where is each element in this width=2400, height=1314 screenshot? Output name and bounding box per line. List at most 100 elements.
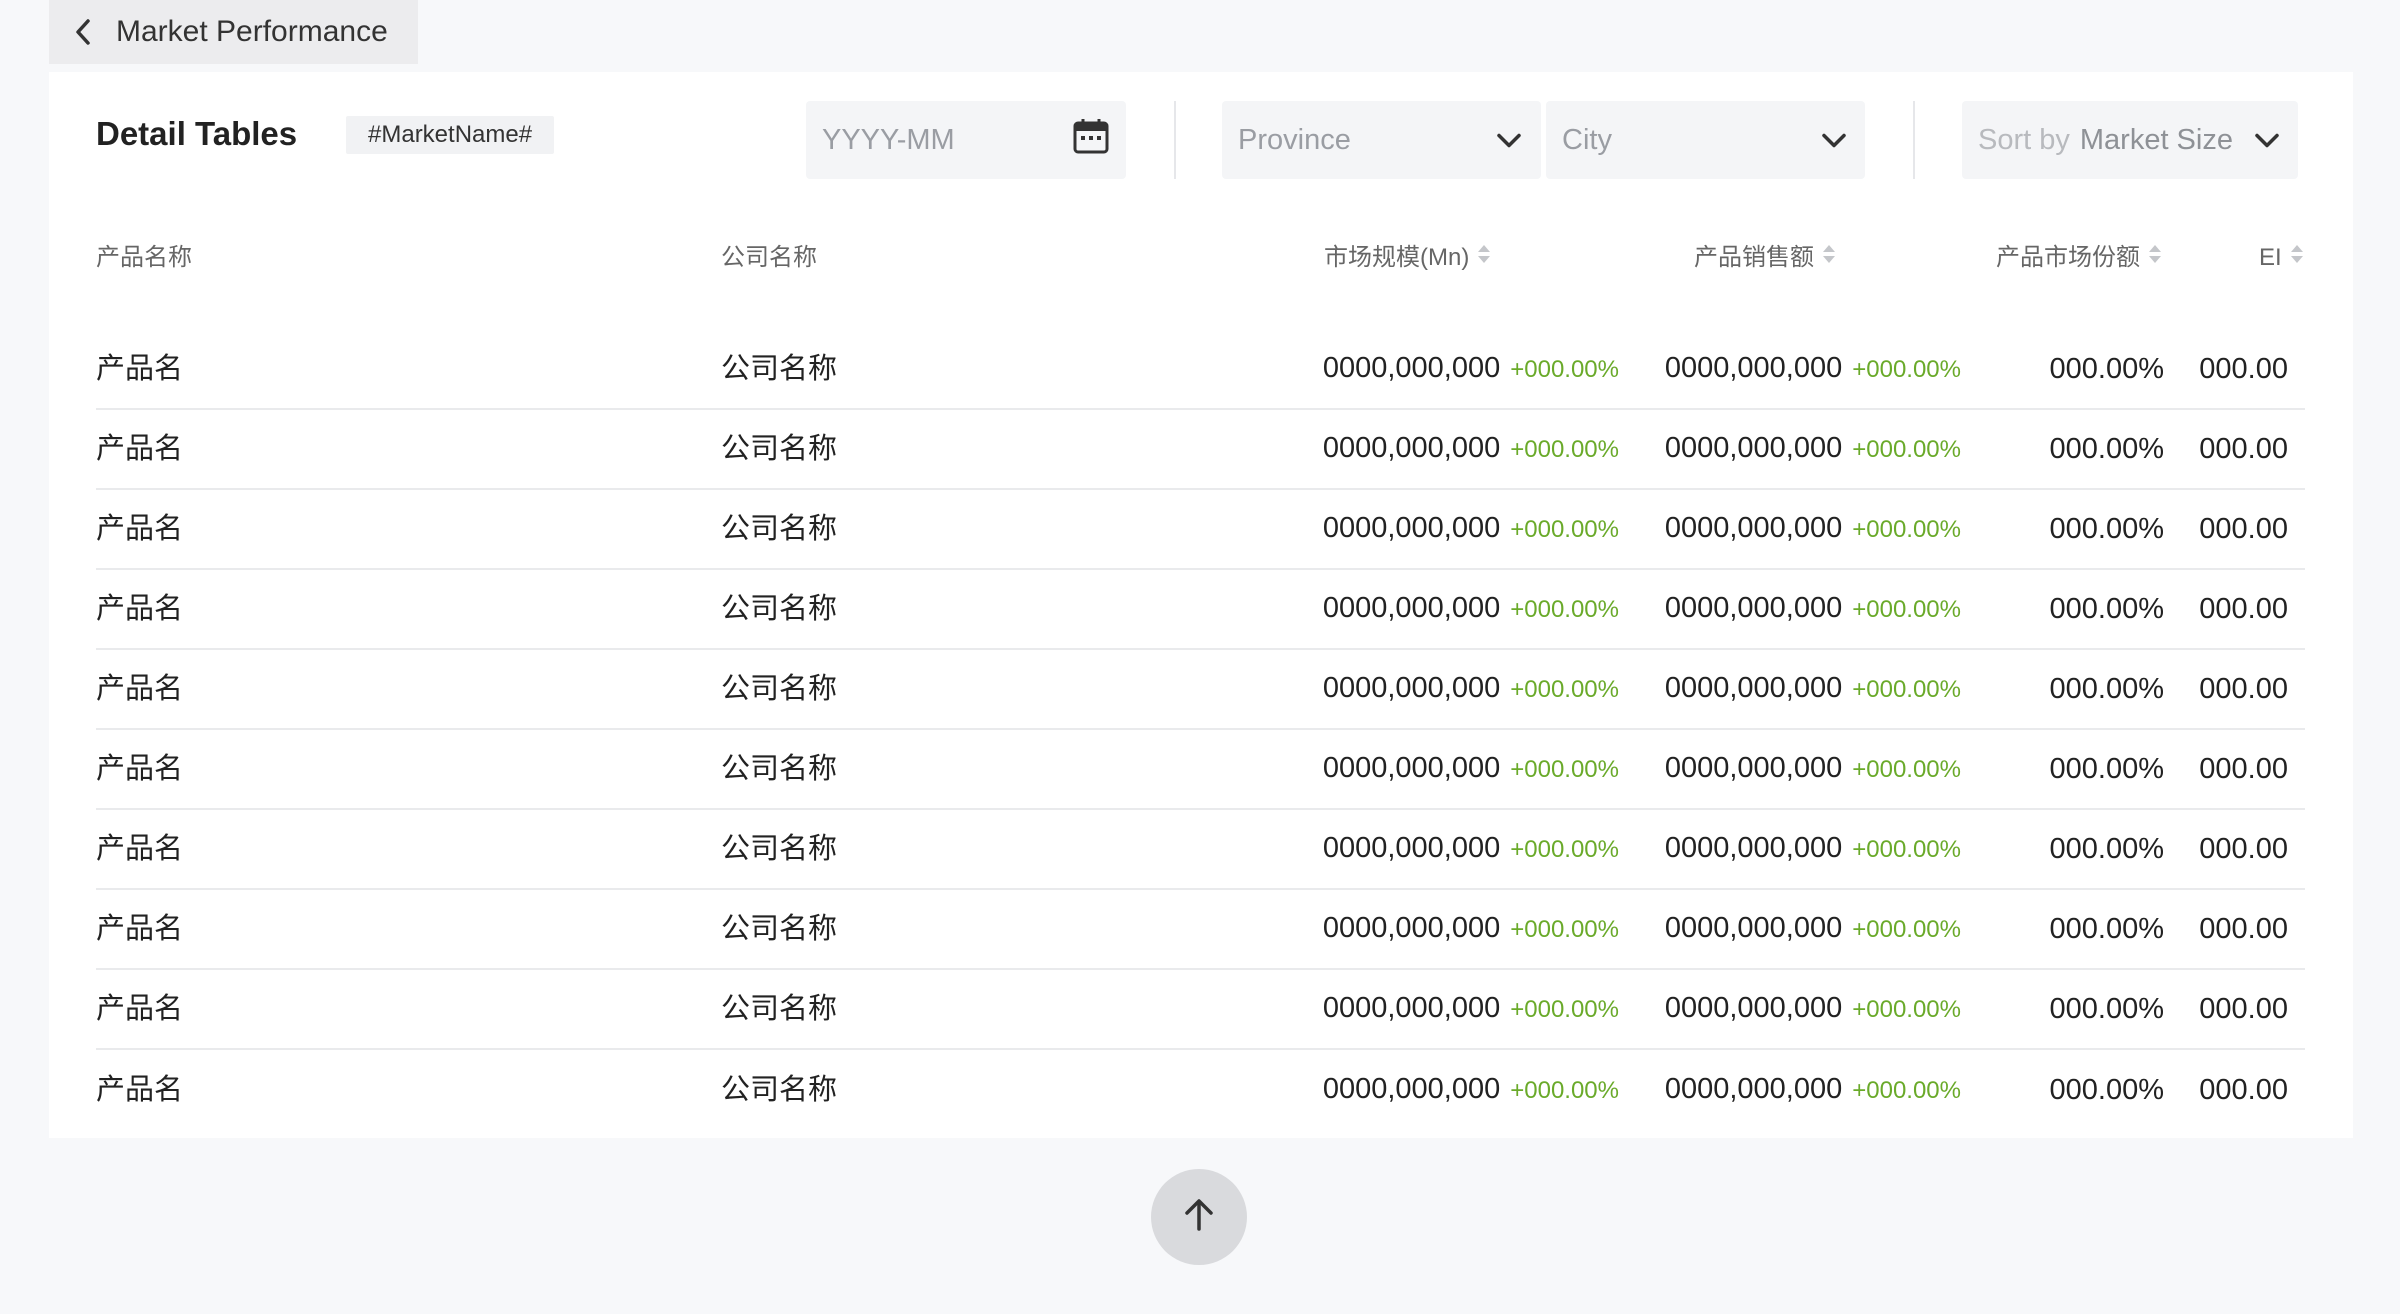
divider	[1913, 101, 1915, 179]
product-name-cell: 产品名	[96, 433, 184, 465]
sales-cell: 0000,000,000 +000.00%	[1665, 350, 1961, 388]
province-placeholder: Province	[1238, 123, 1351, 156]
province-select[interactable]: Province	[1222, 101, 1541, 179]
table-row[interactable]: 产品名 公司名称 0000,000,000 +000.00% 0000,000,000 +…	[96, 730, 2305, 810]
table-row[interactable]: 产品名 公司名称 0000,000,000 +000.00% 0000,000,000 +…	[96, 330, 2305, 410]
market-size-value: 0000,000,000	[1322, 752, 1501, 784]
market-size-value: 0000,000,000	[1322, 1073, 1501, 1105]
sales-cell: 0000,000,000 +000.00%	[1665, 670, 1961, 708]
ei-cell: 000.00	[2199, 993, 2288, 1025]
sort-value: Market Size	[2079, 123, 2233, 156]
market-size-cell: 0000,000,000 +000.00%	[1323, 590, 1619, 628]
market-size-growth: +000.00%	[1510, 1077, 1619, 1104]
ei-cell: 000.00	[2199, 1074, 2288, 1106]
market-size-cell: 0000,000,000 +000.00%	[1323, 1071, 1619, 1109]
market-share-cell: 000.00%	[2049, 353, 2165, 385]
sales-cell: 0000,000,000 +000.00%	[1665, 990, 1961, 1028]
table-row[interactable]: 产品名 公司名称 0000,000,000 +000.00% 0000,000,000 +…	[96, 570, 2305, 650]
table-row[interactable]: 产品名 公司名称 0000,000,000 +000.00% 0000,000,000 +…	[96, 1050, 2305, 1130]
market-size-cell: 0000,000,000 +000.00%	[1323, 830, 1619, 868]
column-header-label: 产品销售额	[1694, 244, 1814, 271]
chevron-down-icon	[1496, 124, 1522, 157]
sales-value: 0000,000,000	[1664, 432, 1843, 464]
sales-growth: +000.00%	[1852, 756, 1961, 783]
column-header-share[interactable]: 产品市场份额	[1996, 243, 2162, 273]
market-share-cell: 000.00%	[2049, 1074, 2165, 1106]
market-size-cell: 0000,000,000 +000.00%	[1323, 430, 1619, 468]
market-size-value: 0000,000,000	[1322, 912, 1501, 944]
sort-icon[interactable]	[2290, 243, 2304, 273]
sales-cell: 0000,000,000 +000.00%	[1665, 750, 1961, 788]
market-share-cell: 000.00%	[2049, 993, 2165, 1025]
column-header-product: 产品名称	[96, 243, 192, 273]
sort-select[interactable]: Sort by Market Size	[1962, 101, 2298, 179]
sales-growth: +000.00%	[1852, 996, 1961, 1023]
date-picker[interactable]: YYYY-MM	[806, 101, 1126, 179]
sales-value: 0000,000,000	[1664, 912, 1843, 944]
product-name-cell: 产品名	[96, 513, 184, 545]
sales-value: 0000,000,000	[1664, 512, 1843, 544]
market-size-value: 0000,000,000	[1322, 832, 1501, 864]
table-row[interactable]: 产品名 公司名称 0000,000,000 +000.00% 0000,000,000 +…	[96, 890, 2305, 970]
table-row[interactable]: 产品名 公司名称 0000,000,000 +000.00% 0000,000,000 +…	[96, 490, 2305, 570]
sales-cell: 0000,000,000 +000.00%	[1665, 910, 1961, 948]
market-size-cell: 0000,000,000 +000.00%	[1323, 510, 1619, 548]
sort-icon[interactable]	[1822, 243, 1836, 273]
market-share-cell: 000.00%	[2049, 593, 2165, 625]
ei-cell: 000.00	[2199, 513, 2288, 545]
market-name-tag: #MarketName#	[346, 116, 555, 154]
market-size-value: 0000,000,000	[1322, 512, 1501, 544]
market-share-cell: 000.00%	[2049, 673, 2165, 705]
column-header-sales[interactable]: 产品销售额	[1694, 243, 1836, 273]
market-size-cell: 0000,000,000 +000.00%	[1323, 990, 1619, 1028]
table-row[interactable]: 产品名 公司名称 0000,000,000 +000.00% 0000,000,000 +…	[96, 810, 2305, 890]
market-share-cell: 000.00%	[2049, 513, 2165, 545]
column-header-market-size[interactable]: 市场规模(Mn)	[1324, 243, 1491, 273]
table-row[interactable]: 产品名 公司名称 0000,000,000 +000.00% 0000,000,000 +…	[96, 970, 2305, 1050]
sales-growth: +000.00%	[1852, 836, 1961, 863]
market-share-cell: 000.00%	[2049, 833, 2165, 865]
city-select[interactable]: City	[1546, 101, 1865, 179]
chevron-left-icon	[72, 18, 94, 46]
market-size-growth: +000.00%	[1510, 836, 1619, 863]
column-header-ei[interactable]: EI	[2259, 243, 2304, 273]
ei-cell: 000.00	[2199, 753, 2288, 785]
market-size-growth: +000.00%	[1510, 436, 1619, 463]
product-name-cell: 产品名	[96, 353, 184, 385]
sort-icon[interactable]	[2148, 243, 2162, 273]
company-name-cell: 公司名称	[721, 593, 838, 625]
table-row[interactable]: 产品名 公司名称 0000,000,000 +000.00% 0000,000,000 +…	[96, 410, 2305, 490]
sales-value: 0000,000,000	[1664, 592, 1843, 624]
sort-icon[interactable]	[1477, 243, 1491, 273]
product-name-cell: 产品名	[96, 1074, 184, 1106]
product-name-cell: 产品名	[96, 673, 184, 705]
scroll-to-top-button[interactable]	[1151, 1169, 1247, 1265]
chevron-down-icon	[2254, 124, 2280, 157]
date-placeholder: YYYY-MM	[822, 123, 955, 156]
market-size-growth: +000.00%	[1510, 756, 1619, 783]
product-name-cell: 产品名	[96, 753, 184, 785]
ei-cell: 000.00	[2199, 433, 2288, 465]
market-size-growth: +000.00%	[1510, 996, 1619, 1023]
sales-growth: +000.00%	[1852, 516, 1961, 543]
company-name-cell: 公司名称	[721, 1074, 838, 1106]
market-size-cell: 0000,000,000 +000.00%	[1323, 670, 1619, 708]
calendar-icon	[1072, 117, 1110, 163]
sales-value: 0000,000,000	[1664, 352, 1843, 384]
sales-growth: +000.00%	[1852, 356, 1961, 383]
ei-cell: 000.00	[2199, 593, 2288, 625]
company-name-cell: 公司名称	[721, 753, 838, 785]
divider	[1174, 101, 1176, 179]
back-button[interactable]: Market Performance	[49, 0, 418, 64]
sales-value: 0000,000,000	[1664, 672, 1843, 704]
sort-prefix: Sort by	[1978, 123, 2070, 156]
ei-cell: 000.00	[2199, 833, 2288, 865]
column-header-label: 产品市场份额	[1996, 244, 2140, 271]
market-size-value: 0000,000,000	[1322, 992, 1501, 1024]
market-size-value: 0000,000,000	[1322, 672, 1501, 704]
product-name-cell: 产品名	[96, 913, 184, 945]
market-size-cell: 0000,000,000 +000.00%	[1323, 750, 1619, 788]
column-header-label: 市场规模(Mn)	[1324, 244, 1470, 271]
company-name-cell: 公司名称	[721, 353, 838, 385]
table-row[interactable]: 产品名 公司名称 0000,000,000 +000.00% 0000,000,000 +…	[96, 650, 2305, 730]
